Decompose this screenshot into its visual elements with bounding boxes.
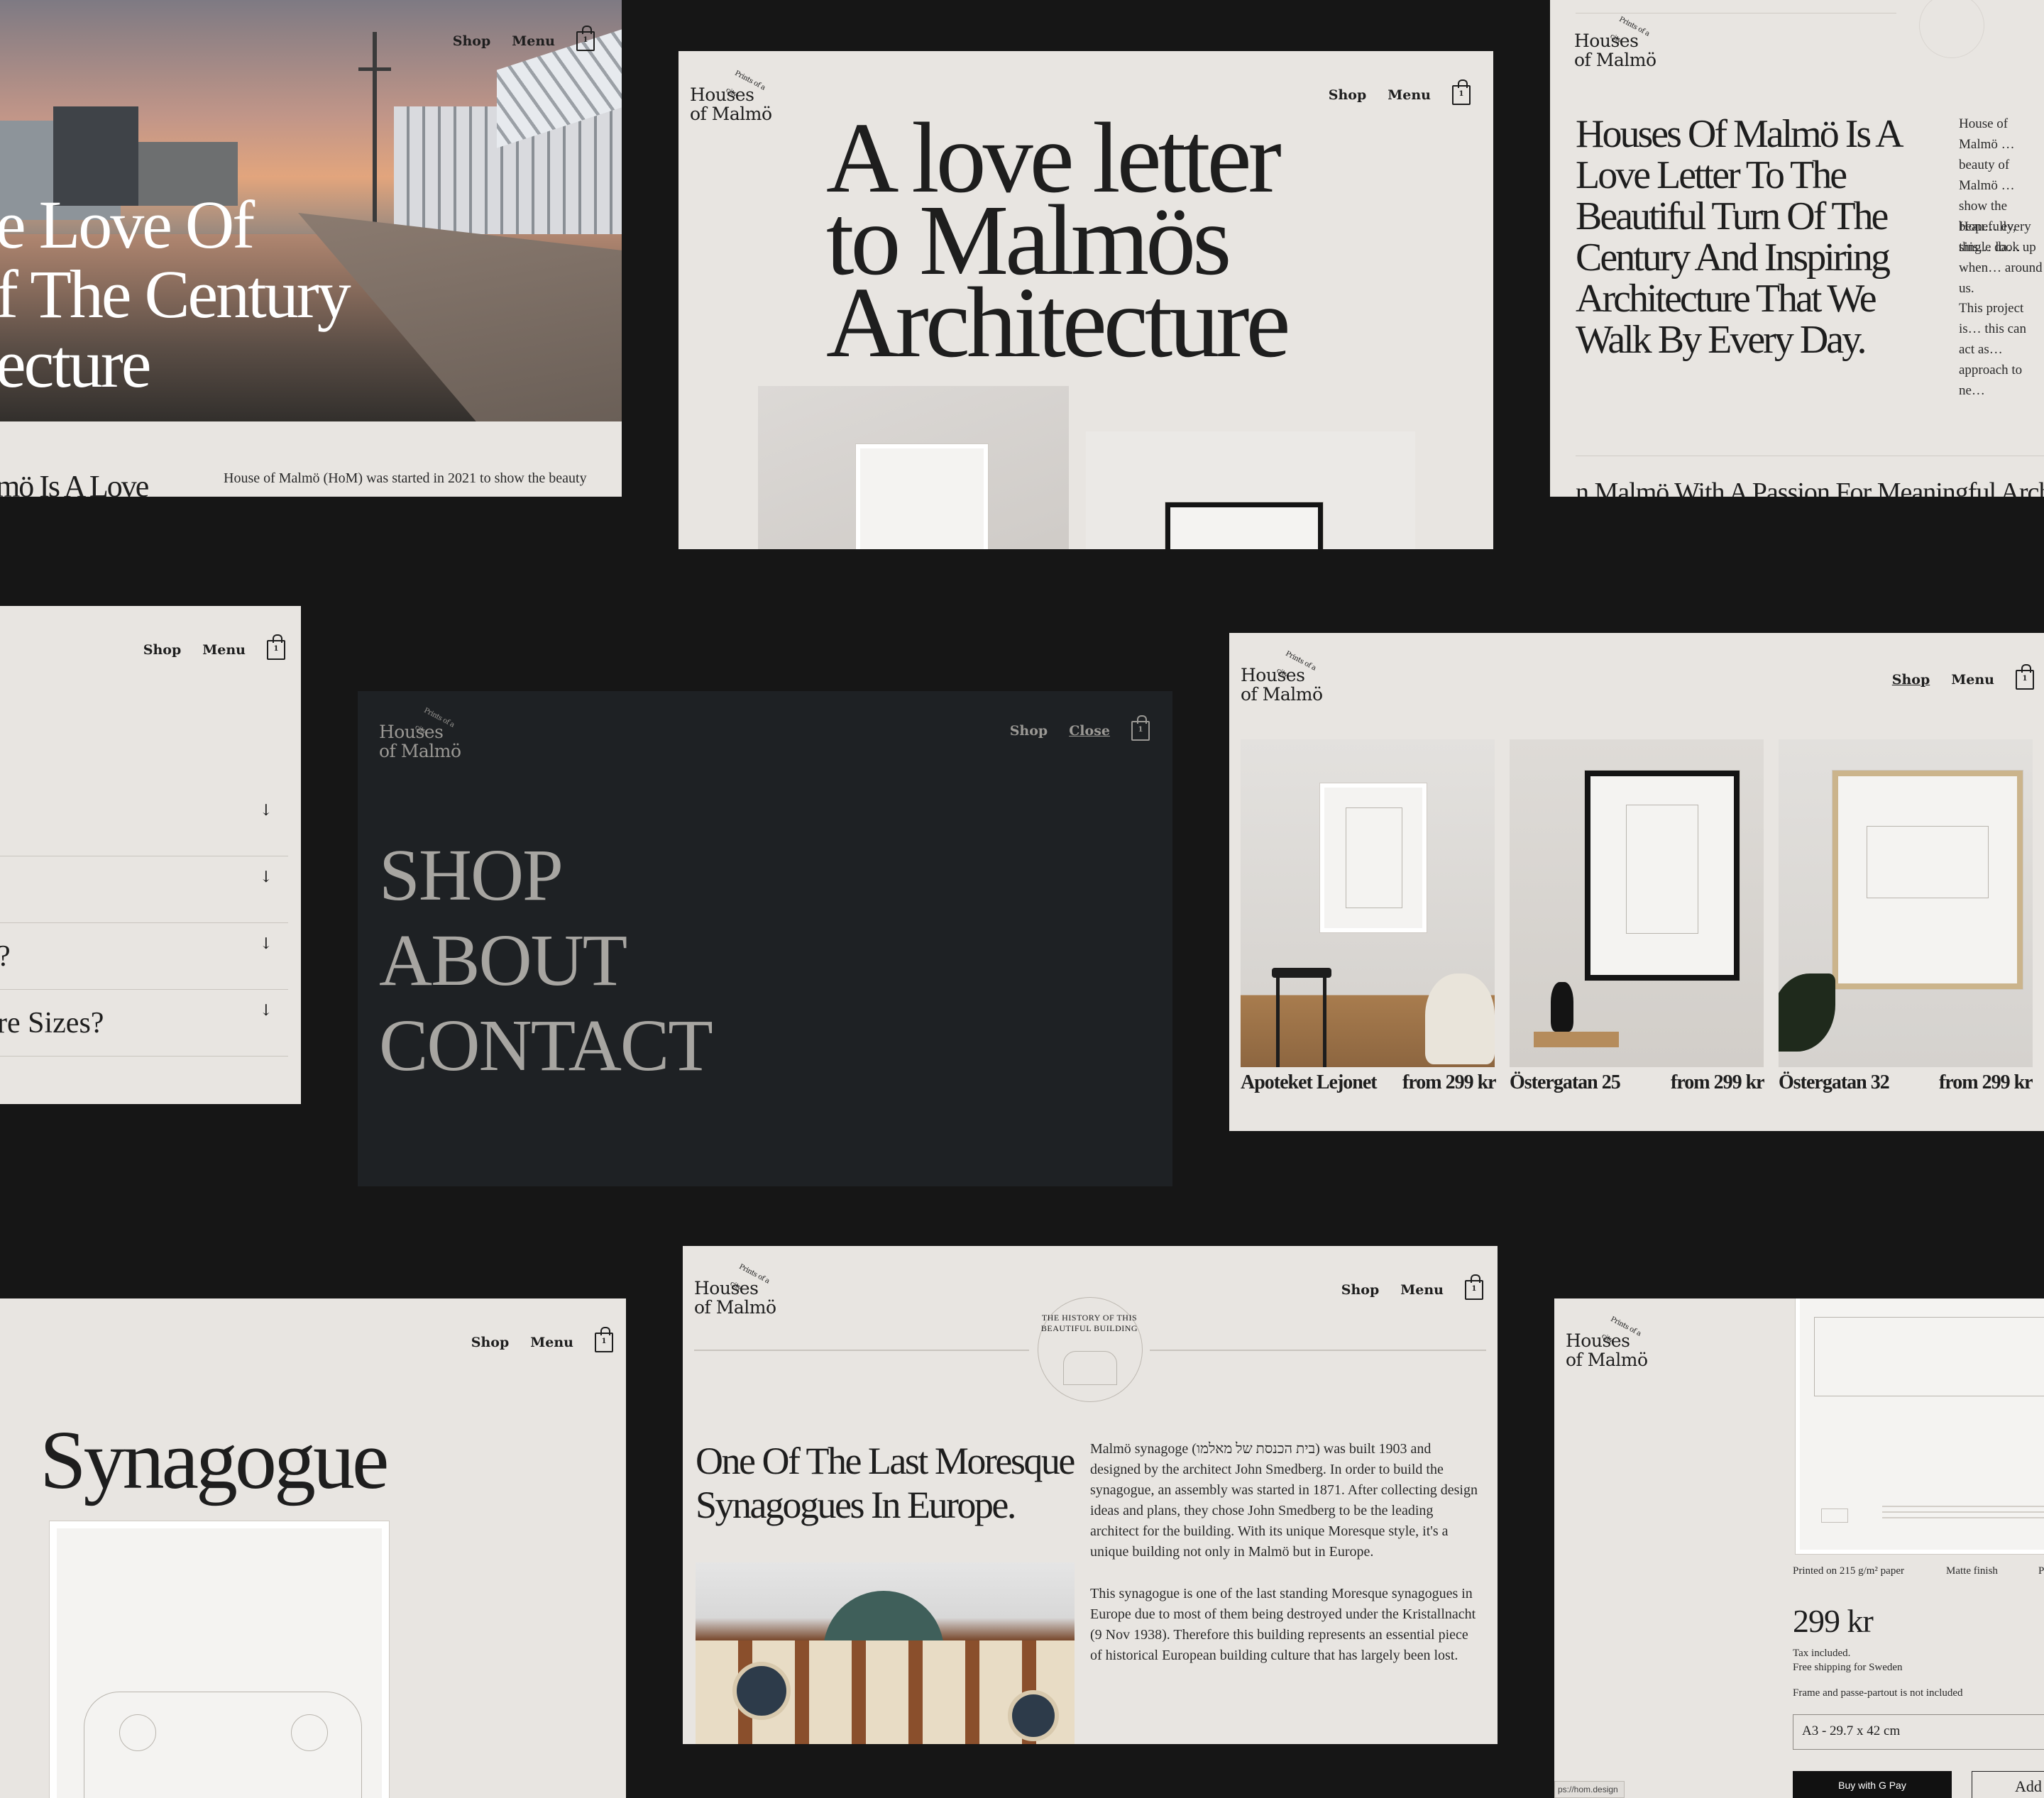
product-name[interactable]: Östergatan 32: [1779, 1071, 1890, 1094]
url-tooltip: ps://hom.design: [1554, 1781, 1625, 1798]
synagogue-print[interactable]: [50, 1521, 389, 1798]
menu-item-about[interactable]: ABOUT: [379, 918, 712, 1003]
overlay-menu: SHOP ABOUT CONTACT: [379, 833, 713, 1088]
hero-photo-card: Shop Menu 1 e Love Of f The Century ectu…: [0, 0, 622, 497]
history-badge-text: THE HISTORY OF THIS BEAUTIFUL BUILDING: [1040, 1313, 1138, 1333]
logo[interactable]: Prints of a city Houses of Malmö: [694, 1263, 776, 1317]
faq-item[interactable]: ? ↓: [0, 922, 288, 990]
gpay-button[interactable]: Buy with G Pay: [1793, 1771, 1952, 1798]
nav-shop-link[interactable]: Shop: [1341, 1282, 1380, 1298]
spec-finish: Matte finish: [1946, 1565, 1998, 1577]
menu-item-contact[interactable]: CONTACT: [379, 1003, 713, 1088]
about-paragraph-2: Hopefully, this… look up when… around us…: [1959, 219, 2043, 296]
faq-nav: Shop Menu 1: [143, 634, 285, 660]
menu-item-shop[interactable]: SHOP: [379, 833, 712, 918]
products-nav: Shop Menu 1: [1892, 664, 2034, 690]
nav-shop-link[interactable]: Shop: [453, 33, 491, 49]
cart-icon[interactable]: 1: [1131, 715, 1150, 741]
product-image-ostergatan-25[interactable]: [1510, 739, 1764, 1067]
history-heading: One Of The Last Moresque Synagogues In E…: [696, 1440, 1075, 1526]
logo[interactable]: Prints of a city Houses of Malmö: [379, 707, 461, 761]
nav-shop-link[interactable]: Shop: [1892, 672, 1930, 688]
about-paragraph-3: This project is… this can act as… approa…: [1959, 301, 2026, 398]
cart-icon[interactable]: 1: [267, 634, 285, 660]
print-photo-1: [758, 386, 1069, 549]
cart-icon[interactable]: 1: [2016, 664, 2034, 690]
nav-menu-link[interactable]: Menu: [1951, 672, 1994, 688]
cart-icon[interactable]: 1: [576, 26, 595, 51]
cart-icon[interactable]: 1: [1465, 1274, 1483, 1300]
history-paragraph-1: Malmö synagoge (בית הכנסת של מאלמו) was …: [1090, 1441, 1478, 1560]
arrow-down-icon: ↓: [259, 802, 273, 820]
hero-nav: Shop Menu 1: [453, 26, 595, 51]
faq-item[interactable]: re Sizes? ↓: [0, 989, 288, 1057]
size-select[interactable]: A3 - 29.7 x 42 cm: [1793, 1714, 2044, 1750]
logo[interactable]: Prints of a city Houses of Malmö: [1241, 650, 1323, 704]
about-heading: Houses Of Malmö Is A Love Letter To The …: [1576, 112, 1901, 362]
nav-menu-link[interactable]: Menu: [1388, 87, 1431, 103]
faq-card: Shop Menu 1 ↓ ↓ ? ↓ re Sizes? ↓: [0, 606, 301, 1104]
faq-item[interactable]: ↓: [0, 856, 288, 923]
shipping-note: Free shipping for Sweden: [1793, 1662, 1903, 1673]
product-price: 299 kr: [1793, 1603, 1874, 1639]
hero-title: e Love Of f The Century ecture: [0, 187, 351, 402]
spec-paper: Printed on 215 g/m² paper: [1793, 1565, 1904, 1577]
synagogue-nav: Shop Menu 1: [471, 1327, 613, 1352]
faq-item[interactable]: ↓: [0, 798, 288, 856]
add-to-cart-button[interactable]: Add: [1972, 1771, 2044, 1798]
arrow-down-icon: ↓: [259, 935, 273, 953]
frame-note: Frame and passe-partout is not included: [1793, 1687, 1963, 1699]
tax-note: Tax included.: [1793, 1648, 1851, 1659]
history-nav: Shop Menu 1: [1341, 1274, 1483, 1300]
nav-close-link[interactable]: Close: [1069, 723, 1110, 739]
about-card: Prints of a city Houses of Malmö Houses …: [1550, 0, 2044, 497]
hero-intro: House of Malmö (HoM) was started in 2021…: [224, 470, 587, 486]
product-image-ostergatan-32[interactable]: [1779, 739, 2033, 1067]
logo[interactable]: Prints of a city Houses of Malmö: [690, 70, 772, 123]
nav-shop-link[interactable]: Shop: [1010, 723, 1048, 739]
main-nav: Shop Menu 1: [1329, 79, 1471, 105]
nav-menu-link[interactable]: Menu: [512, 33, 555, 49]
nav-shop-link[interactable]: Shop: [1329, 87, 1367, 103]
product-name[interactable]: Östergatan 25: [1510, 1071, 1621, 1094]
nav-shop-link[interactable]: Shop: [471, 1335, 510, 1350]
nav-menu-link[interactable]: Menu: [530, 1335, 573, 1350]
synagogue-photo: [696, 1562, 1075, 1744]
history-card: Prints of a city Houses of Malmö Shop Me…: [683, 1246, 1498, 1744]
arrow-down-icon: ↓: [259, 1002, 273, 1020]
flower-icon: [1919, 0, 1984, 58]
history-badge: THE HISTORY OF THIS BEAUTIFUL BUILDING: [1029, 1289, 1150, 1409]
product-price: from 299 kr: [1939, 1071, 2033, 1093]
product-price: from 299 kr: [1671, 1071, 1765, 1093]
hero-subheading: mö Is A Love: [0, 469, 149, 497]
print-photo-2: [1086, 431, 1415, 549]
arrow-down-icon: ↓: [259, 868, 273, 886]
products-card: Prints of a city Houses of Malmö Shop Me…: [1229, 633, 2044, 1131]
spec-extra: P: [2038, 1565, 2044, 1577]
product-image-apoteket-lejonet[interactable]: [1241, 739, 1495, 1067]
nav-menu-link[interactable]: Menu: [202, 642, 246, 658]
nav-menu-link[interactable]: Menu: [1400, 1282, 1444, 1298]
page-title: Synagogue: [40, 1413, 389, 1506]
overlay-nav: Shop Close 1: [1010, 715, 1150, 741]
menu-overlay-card: Prints of a city Houses of Malmö Shop Cl…: [358, 691, 1172, 1186]
history-paragraph-2: This synagogue is one of the last standi…: [1090, 1586, 1476, 1663]
nav-shop-link[interactable]: Shop: [143, 642, 182, 658]
product-print-preview[interactable]: [1796, 1298, 2044, 1554]
logo[interactable]: Prints of a city Houses of Malmö: [1574, 16, 1656, 70]
product-price: from 299 kr: [1402, 1071, 1497, 1093]
cart-icon[interactable]: 1: [1452, 79, 1471, 105]
about-footer-line: n Malmö With A Passion For Meaningful Ar…: [1576, 478, 2044, 497]
love-letter-title: A love letter to Malmös Architecture: [826, 101, 1291, 378]
logo[interactable]: Prints of a city Houses of Malmö: [1566, 1316, 1648, 1369]
synagogue-card: Shop Menu 1 Synagogue: [0, 1298, 626, 1798]
cart-icon[interactable]: 1: [595, 1327, 613, 1352]
product-detail-card: Prints of a city Houses of Malmö Printed…: [1554, 1298, 2044, 1798]
love-letter-card: Prints of a city Houses of Malmö Shop Me…: [678, 51, 1493, 549]
product-name[interactable]: Apoteket Lejonet: [1241, 1071, 1378, 1094]
